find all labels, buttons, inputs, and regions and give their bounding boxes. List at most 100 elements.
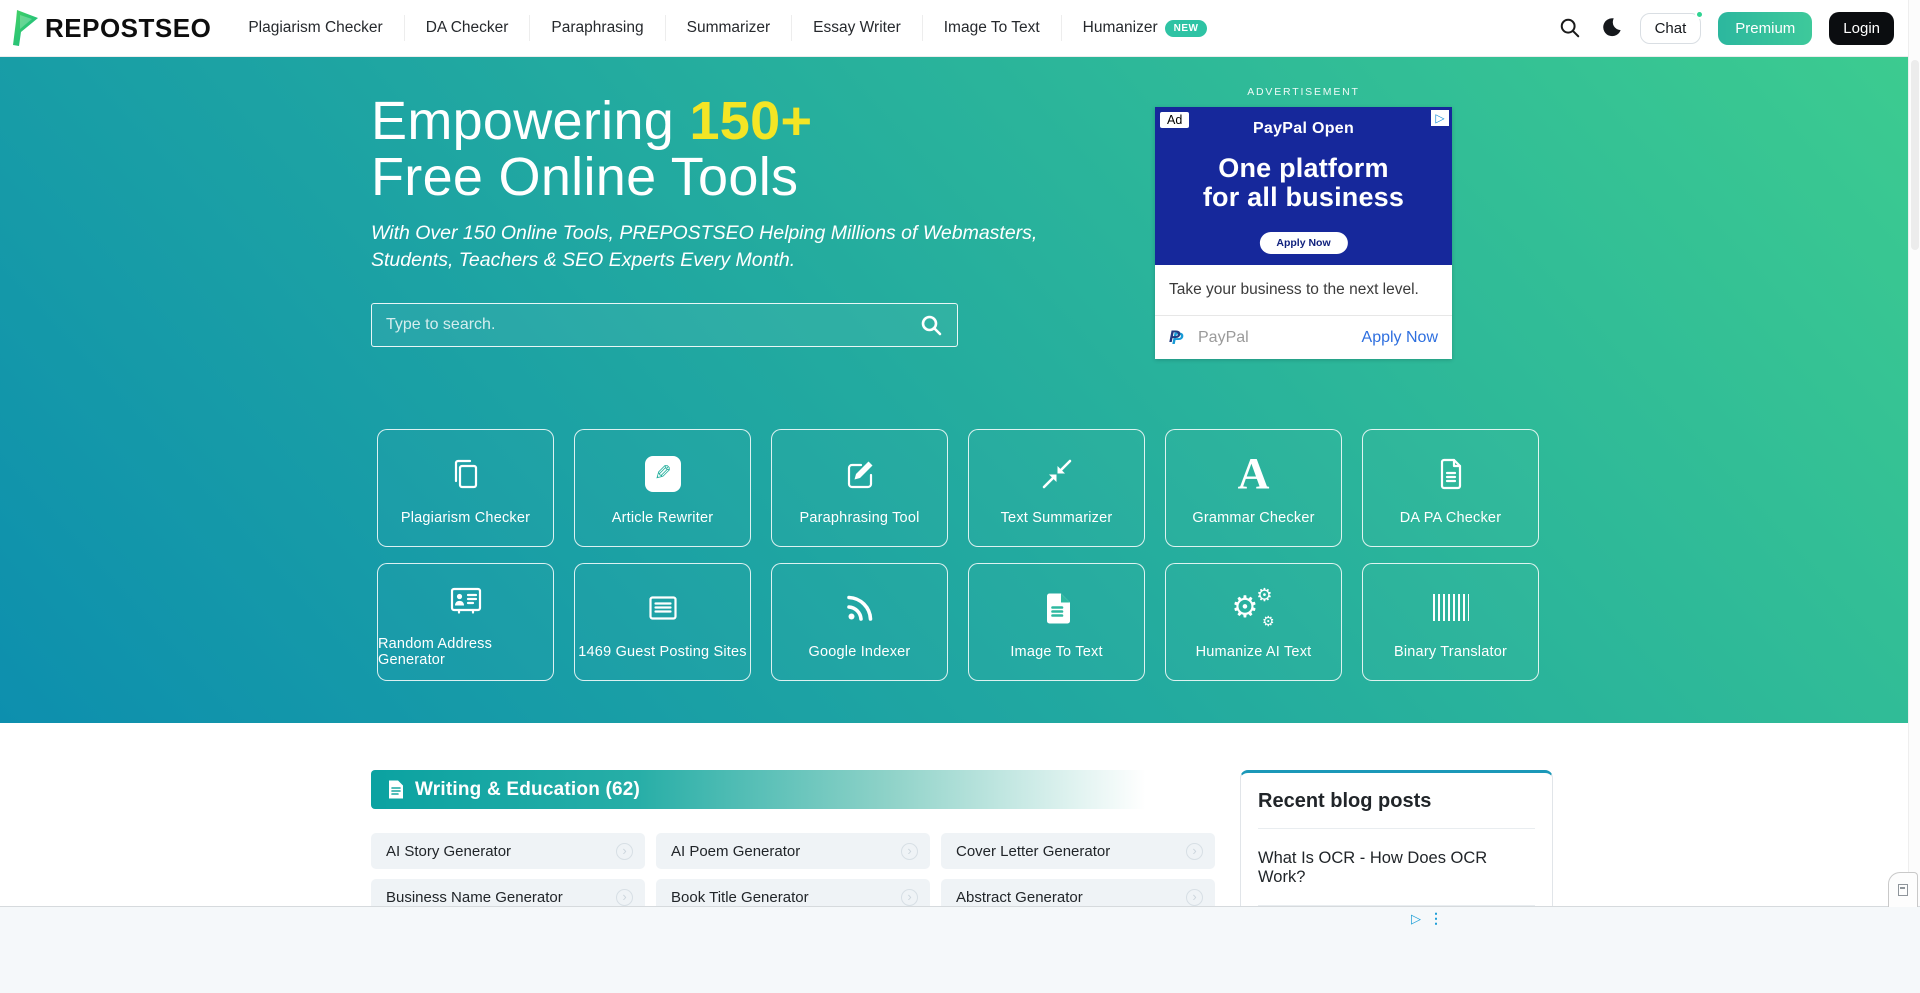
tool-card-binary-translator[interactable]: Binary Translator xyxy=(1362,563,1539,681)
collapse-icon xyxy=(1898,884,1908,896)
scrollbar-thumb[interactable] xyxy=(1911,60,1919,250)
paypal-logo-icon: PP xyxy=(1169,327,1189,349)
nav-item-summarizer[interactable]: Summarizer xyxy=(665,15,792,41)
chevron-right-icon: › xyxy=(616,843,633,860)
list-item-ai-story-generator[interactable]: AI Story Generator › xyxy=(371,833,645,869)
list-item-label: Book Title Generator xyxy=(671,889,809,906)
tool-card-label: Grammar Checker xyxy=(1192,510,1314,526)
nav-item-da-checker[interactable]: DA Checker xyxy=(404,15,530,41)
ad-headline-line1: One platform xyxy=(1218,153,1388,183)
hero-subtitle-line1: With Over 150 Online Tools, PREPOSTSEO H… xyxy=(371,222,1037,244)
tool-card-label: 1469 Guest Posting Sites xyxy=(578,644,746,660)
chat-button-label: Chat xyxy=(1655,20,1687,37)
ad-footer: PP PayPal Apply Now xyxy=(1155,315,1452,359)
tool-card-article-rewriter[interactable]: ✎ Article Rewriter xyxy=(574,429,751,547)
tool-card-paraphrasing-tool[interactable]: Paraphrasing Tool xyxy=(771,429,948,547)
scrollbar[interactable] xyxy=(1908,0,1920,993)
tool-card-da-pa-checker[interactable]: DA PA Checker xyxy=(1362,429,1539,547)
nav-links: Plagiarism Checker DA Checker Paraphrasi… xyxy=(227,0,1228,56)
edit-icon xyxy=(840,451,880,497)
document-icon xyxy=(1431,451,1471,497)
category-title: Writing & Education (62) xyxy=(415,779,640,801)
nav-item-humanizer[interactable]: Humanizer NEW xyxy=(1061,15,1229,41)
ad-apply-now-link[interactable]: Apply Now xyxy=(1362,329,1438,347)
list-item-cover-letter-generator[interactable]: Cover Letter Generator › xyxy=(941,833,1215,869)
chevron-right-icon: › xyxy=(1186,889,1203,906)
nav-item-paraphrasing[interactable]: Paraphrasing xyxy=(529,15,664,41)
list-item-label: Business Name Generator xyxy=(386,889,563,906)
nav-item-image-to-text[interactable]: Image To Text xyxy=(922,15,1061,41)
chat-button[interactable]: Chat xyxy=(1640,13,1702,44)
tool-card-image-to-text[interactable]: Image To Text xyxy=(968,563,1145,681)
new-badge: NEW xyxy=(1165,20,1208,37)
rss-icon xyxy=(840,585,880,631)
chat-online-dot xyxy=(1695,10,1704,19)
list-item-ai-poem-generator[interactable]: AI Poem Generator › xyxy=(656,833,930,869)
tool-card-text-summarizer[interactable]: Text Summarizer xyxy=(968,429,1145,547)
list-item-label: AI Story Generator xyxy=(386,843,511,860)
barcode-icon xyxy=(1433,585,1469,631)
ad-body-text: Take your business to the next level. xyxy=(1155,265,1452,299)
login-button[interactable]: Login xyxy=(1829,12,1894,45)
brand-logo[interactable]: REPOSTSEO xyxy=(10,9,211,47)
chevron-right-icon: › xyxy=(1186,843,1203,860)
ad-advertiser-name: PayPal xyxy=(1198,329,1249,347)
ad-options-dots-icon[interactable]: ⋮ xyxy=(1429,910,1443,927)
search-submit-button[interactable] xyxy=(913,313,957,337)
tool-card-grammar-checker[interactable]: A Grammar Checker xyxy=(1165,429,1342,547)
chevron-right-icon: › xyxy=(901,843,918,860)
advertisement-label: ADVERTISEMENT xyxy=(1155,86,1452,98)
blog-post-link[interactable]: What Is OCR - How Does OCR Work? xyxy=(1258,829,1535,906)
tool-card-random-address-generator[interactable]: Random Address Generator xyxy=(377,563,554,681)
tool-card-humanize-ai-text[interactable]: ⚙⚙⚙ Humanize AI Text xyxy=(1165,563,1342,681)
hero-title-line2: Free Online Tools xyxy=(371,147,798,207)
adchoices-icon[interactable]: ▷ xyxy=(1411,911,1421,927)
list-item-label: Abstract Generator xyxy=(956,889,1083,906)
premium-button[interactable]: Premium xyxy=(1718,12,1812,45)
tool-search-bar xyxy=(371,303,958,347)
copy-icon xyxy=(446,451,486,497)
navbar: REPOSTSEO Plagiarism Checker DA Checker … xyxy=(0,0,1908,57)
list-item-label: Cover Letter Generator xyxy=(956,843,1110,860)
file-text-icon xyxy=(1037,585,1077,631)
category-tool-list: AI Story Generator › AI Poem Generator ›… xyxy=(371,833,1215,915)
blog-card-title: Recent blog posts xyxy=(1258,790,1535,829)
tool-card-label: Humanize AI Text xyxy=(1196,644,1312,660)
ad-banner-creative: Ad ▷ PayPal Open One platform for all bu… xyxy=(1155,107,1452,265)
hero-subtitle: With Over 150 Online Tools, PREPOSTSEO H… xyxy=(371,220,1037,274)
tool-card-label: Paraphrasing Tool xyxy=(799,510,919,526)
chevron-right-icon: › xyxy=(616,889,633,906)
ad-badge: Ad xyxy=(1160,112,1189,128)
tool-card-label: Plagiarism Checker xyxy=(401,510,530,526)
search-input[interactable] xyxy=(372,304,913,346)
id-card-icon xyxy=(446,577,486,623)
hero-title-highlight: 150+ xyxy=(689,91,812,151)
tool-card-plagiarism-checker[interactable]: Plagiarism Checker xyxy=(377,429,554,547)
tool-card-google-indexer[interactable]: Google Indexer xyxy=(771,563,948,681)
tool-card-label: Random Address Generator xyxy=(378,636,553,668)
ad-banner[interactable]: Ad ▷ PayPal Open One platform for all bu… xyxy=(1155,107,1452,359)
hero-subtitle-line2: Students, Teachers & SEO Experts Every M… xyxy=(371,249,795,271)
tool-card-label: Image To Text xyxy=(1010,644,1102,660)
tool-card-label: Google Indexer xyxy=(809,644,911,660)
anchor-ad-controls: ▷ ⋮ xyxy=(1411,910,1443,927)
tool-card-label: Article Rewriter xyxy=(612,510,714,526)
search-submit-icon xyxy=(919,313,943,337)
search-icon[interactable] xyxy=(1558,16,1582,40)
chevron-right-icon: › xyxy=(901,889,918,906)
dark-mode-moon-icon[interactable] xyxy=(1599,16,1623,40)
compress-arrows-icon xyxy=(1037,451,1077,497)
nav-item-essay-writer[interactable]: Essay Writer xyxy=(791,15,922,41)
ad-advertiser: PP PayPal xyxy=(1169,327,1249,349)
ad-collapse-tab[interactable] xyxy=(1888,872,1918,907)
adchoices-icon[interactable]: ▷ xyxy=(1431,110,1449,126)
list-item-label: AI Poem Generator xyxy=(671,843,800,860)
gears-icon: ⚙⚙⚙ xyxy=(1232,585,1276,631)
ad-headline: One platform for all business xyxy=(1203,154,1404,212)
tool-card-guest-posting-sites[interactable]: 1469 Guest Posting Sites xyxy=(574,563,751,681)
brand-name: REPOSTSEO xyxy=(45,13,211,44)
letter-a-icon: A xyxy=(1238,451,1270,497)
hero-section: Empowering 150+ Free Online Tools With O… xyxy=(0,57,1908,723)
ad-apply-now-pill[interactable]: Apply Now xyxy=(1259,232,1347,254)
nav-item-plagiarism-checker[interactable]: Plagiarism Checker xyxy=(227,15,403,41)
